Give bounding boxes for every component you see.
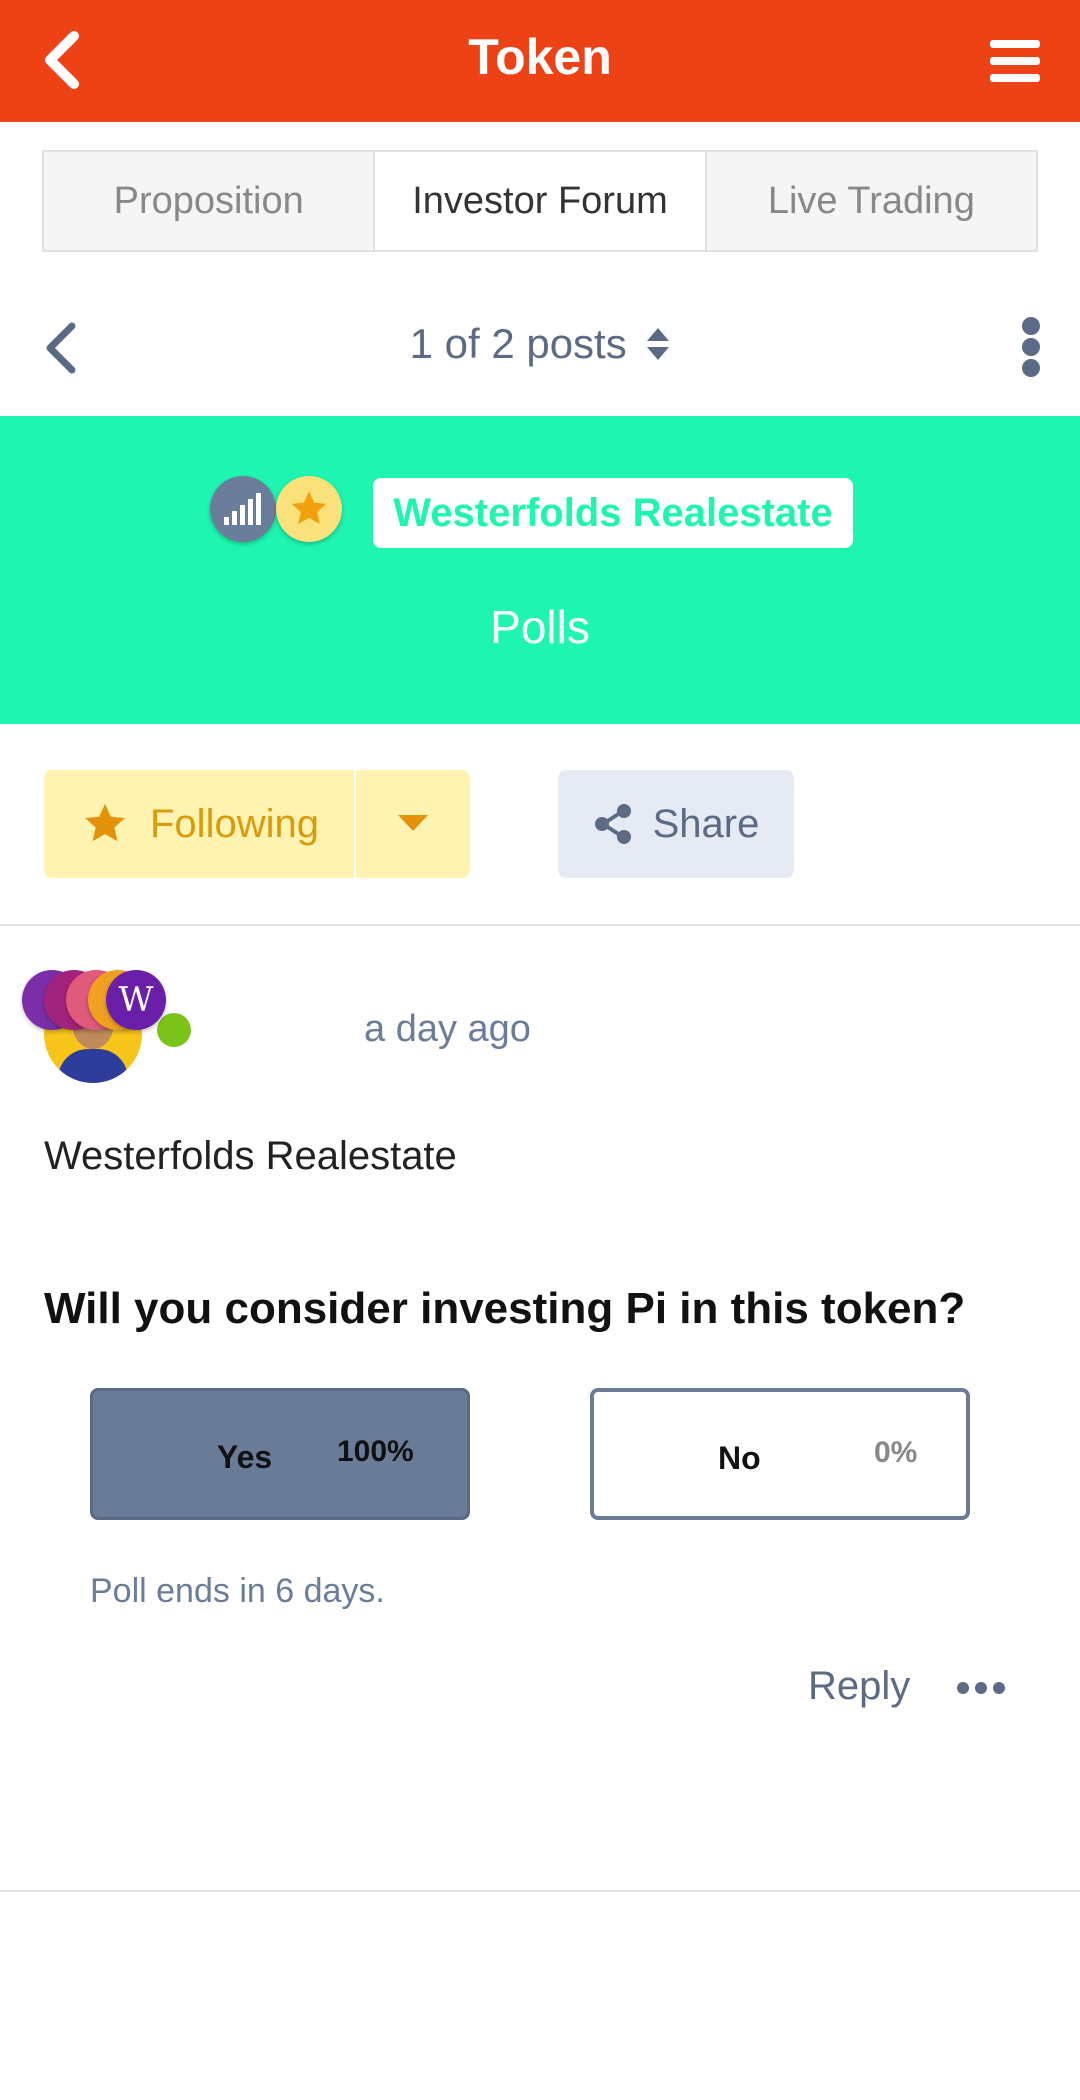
post-navigation: 1 of 2 posts [0,296,1080,398]
following-button[interactable]: Following [44,770,356,878]
section-tabs: Proposition Investor Forum Live Trading [42,150,1038,252]
banner-subtitle: Polls [490,601,590,653]
wikipedia-badge-icon: W [106,970,166,1030]
following-label: Following [150,801,319,846]
post-counter[interactable]: 1 of 2 posts [0,320,1080,368]
tab-investor-forum[interactable]: Investor Forum [375,152,707,250]
share-icon [594,804,631,844]
token-banner: Westerfolds Realestate Polls [0,416,1080,724]
divider [0,924,1080,926]
more-vertical-icon[interactable] [1020,316,1042,378]
star-icon [85,803,125,842]
poll-option-label: Yes [217,1439,273,1475]
following-dropdown-button[interactable] [356,770,470,878]
poll-status: Poll ends in 6 days. [90,1572,385,1610]
post-counter-label: 1 of 2 posts [409,320,627,367]
poll-option-percent: 0% [874,1436,918,1469]
more-horizontal-icon[interactable] [956,1676,1006,1700]
poll-question: Will you consider investing Pi in this t… [44,1284,966,1333]
caret-down-icon [398,815,428,831]
sort-icon [647,328,670,360]
share-button[interactable]: Share [558,770,794,878]
reply-button[interactable]: Reply [808,1664,910,1709]
following-button-group: Following [44,770,470,878]
page-title: Token [468,29,612,85]
online-status-dot [157,1013,191,1047]
poll-option-no[interactable]: No 0% [590,1388,970,1520]
share-label: Share [652,801,760,846]
tab-live-trading[interactable]: Live Trading [706,152,1036,250]
hamburger-menu-icon[interactable] [990,38,1040,84]
token-name-badge[interactable]: Westerfolds Realestate [373,478,853,548]
app-header: Token [0,0,1080,122]
tab-proposition[interactable]: Proposition [44,152,376,250]
poll-option-percent: 100% [337,1435,414,1468]
badge-initial: W [118,980,154,1020]
poll-option-label: No [718,1440,761,1476]
post-timestamp: a day ago [364,1008,531,1050]
poll-option-yes[interactable]: Yes 100% [90,1388,470,1520]
post-author-name[interactable]: Westerfolds Realestate [44,1134,457,1179]
avatar-body [58,1049,128,1083]
divider [0,1890,1080,1892]
signal-bars-icon [210,476,276,542]
star-icon [276,476,342,542]
